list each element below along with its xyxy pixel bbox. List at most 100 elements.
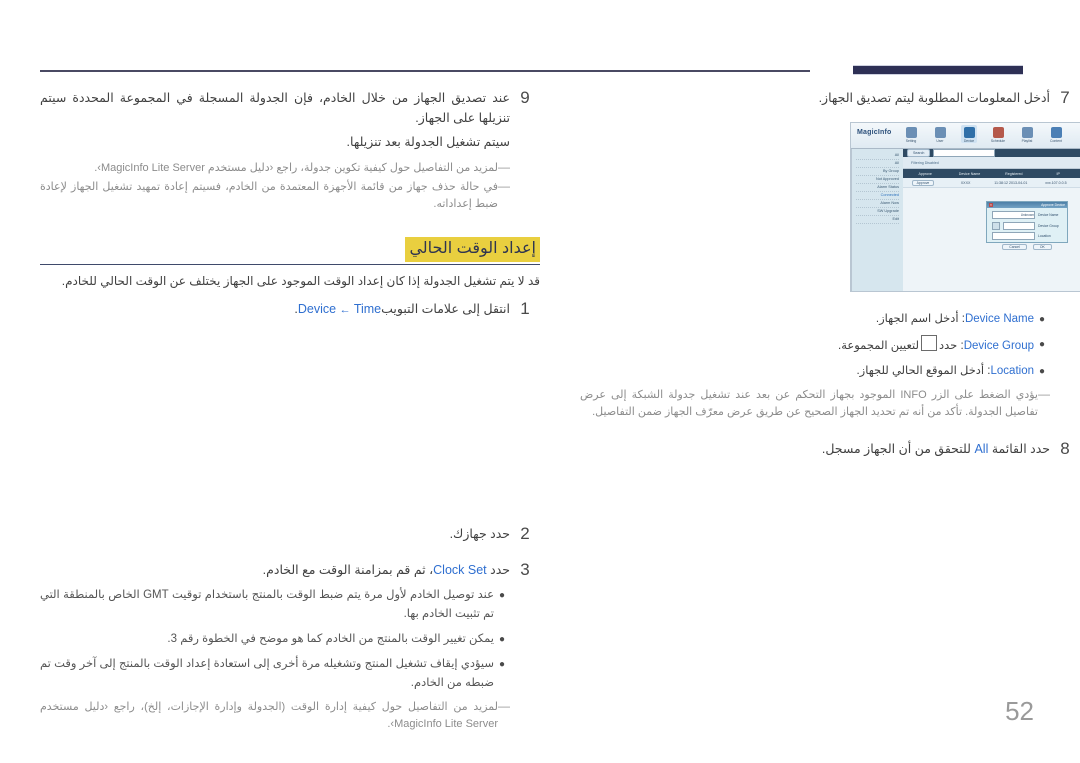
bullet-device-group-before: : حدد (939, 340, 964, 352)
step-7-number: 7 (1060, 88, 1070, 107)
th-device-name: Device Name (958, 171, 981, 176)
dialog-field-location: Location (992, 232, 1062, 240)
header-rule-thin (40, 70, 810, 72)
screenshot-table-header: ID Device ID IP Registered Device Name A… (903, 169, 1080, 178)
field-label-device-group: Device Group (1038, 223, 1059, 228)
step-9-continuation: سيتم تشغيل الجدولة بعد تنزيلها. (346, 135, 510, 149)
dialog-ok-button[interactable]: OK (1032, 244, 1052, 250)
keyword-device-group: Device Group (963, 340, 1034, 352)
field-label-device-name: Device Name (1038, 213, 1059, 217)
keyword-location: Location (990, 365, 1034, 377)
device-group-picker-icon[interactable] (992, 221, 1000, 230)
table-row[interactable]: ☐ LFD-00-xxxxxxx 107.0.0.5.xxx 2013-04-0… (903, 178, 1080, 188)
sidebar-item-7[interactable]: SW Upgrade (856, 208, 899, 216)
step-3-number: 3 (520, 560, 530, 579)
step-1-prefix: انتقل إلى علامات التبويب (381, 302, 510, 316)
section-heading-wrap: إعداد الوقت الحالي (40, 237, 540, 265)
note-info-button: ― يؤدي الضغط على الزر INFO الموجود بجهاز… (580, 387, 1050, 421)
sidebar-item-8[interactable]: Edit (856, 216, 899, 224)
note-schedule-config: ― لمزيد من التفاصيل حول كيفية تكوين جدول… (40, 160, 510, 177)
toolbar-icon-content[interactable]: Content (1048, 125, 1064, 143)
cell-registered: 2013-04-01 11:38:12 (994, 180, 1028, 185)
toolbar-icon-playlist[interactable]: Playlist (1019, 125, 1035, 143)
th-approve: Approve (918, 171, 932, 176)
keyword-device-name: Device Name (964, 313, 1034, 325)
note-schedule-config-text: لمزيد من التفاصيل حول كيفية تكوين جدولة،… (94, 162, 498, 174)
bullet-marker: ● (498, 634, 506, 645)
step-1-number: 1 (520, 299, 530, 318)
bullet-change-time: ● يمكن تغيير الوقت بالمنتج من الخادم كما… (40, 630, 510, 649)
step-2: 2 حدد جهازك. (40, 524, 540, 544)
bullet-marker: ● (498, 590, 506, 601)
sidebar-item-3[interactable]: Not Approved (856, 176, 899, 184)
step-1-text: انتقل إلى علامات التبويبDevice ← Time. (40, 299, 510, 320)
dialog-title: Approve Device (1041, 203, 1065, 207)
screenshot-search-button[interactable]: Search (907, 149, 931, 157)
bullet-device-name-desc: : أدخل اسم الجهاز. (875, 313, 965, 325)
toolbar-icon-setting[interactable]: Setting (903, 125, 919, 143)
sidebar-item-5[interactable]: Connected (856, 192, 899, 200)
keyword-all: All (974, 442, 989, 456)
screenshot-breadcrumb: Device > Device List Search (903, 149, 1080, 157)
step-8-suffix: للتحقق من أن الجهاز مسجل. (821, 442, 971, 456)
section-heading-subtext: قد لا يتم تشغيل الجدولة إذا كان إعداد ال… (61, 274, 540, 288)
device-info-bullets: ● Device Name: أدخل اسم الجهاز. ● Device… (580, 310, 1050, 381)
dialog-buttons: OK Cancel (992, 244, 1062, 250)
header-bar-navy (853, 65, 1023, 75)
screenshot-search-input[interactable] (933, 149, 996, 157)
bullet-device-group-text: Device Group: حدد لتعيين المجموعة. (580, 335, 1034, 356)
manual-page: 7 أدخل المعلومات المطلوبة ليتم تصديق الج… (0, 0, 1080, 763)
close-icon[interactable]: × (989, 203, 993, 207)
filter-status-text: Filtering Disabled (911, 160, 939, 165)
bullet-device-name: ● Device Name: أدخل اسم الجهاز. (580, 310, 1050, 329)
step-7: 7 أدخل المعلومات المطلوبة ليتم تصديق الج… (580, 88, 1080, 108)
page-number: 52 (1005, 696, 1034, 726)
cell-device-name: XXXX (960, 180, 971, 185)
note-info-text: يؤدي الضغط على الزر INFO الموجود بجهاز ا… (580, 389, 1038, 418)
cell-ip: 107.0.0.5.xxx (1045, 180, 1067, 185)
bullet-device-group-after: لتعيين المجموعة. (838, 340, 920, 352)
bullet-power-cycle-text: سيؤدي إيقاف تشغيل المنتج وتشغيله مرة أخر… (40, 658, 494, 689)
sidebar-item-2[interactable]: By Group (856, 168, 899, 176)
sidebar-item-1[interactable]: All (856, 160, 899, 168)
column-right: 7 أدخل المعلومات المطلوبة ليتم تصديق الج… (580, 88, 1080, 463)
section-heading: إعداد الوقت الحالي (405, 237, 540, 262)
bullet-device-name-text: Device Name: أدخل اسم الجهاز. (580, 310, 1034, 329)
th-registered: Registered (1005, 171, 1023, 176)
note-time-management: ― لمزيد من التفاصيل حول كيفية إدارة الوق… (40, 699, 510, 733)
location-input[interactable] (992, 232, 1035, 240)
approve-device-dialog: Approve Device × Device Name Unknown Dev… (986, 201, 1068, 250)
toolbar-icon-schedule[interactable]: Schedule (990, 125, 1006, 143)
step-8-text: حدد القائمة All للتحقق من أن الجهاز مسجل… (580, 439, 1050, 459)
step-9-number: 9 (520, 88, 530, 107)
step-3: 3 حدد Clock Set، ثم قم بمزامنة الوقت مع … (40, 560, 540, 580)
toolbar-icon-user[interactable]: User (932, 125, 948, 143)
sidebar-item-0[interactable]: All (856, 152, 899, 160)
note-dash-marker: ― (498, 160, 510, 174)
keyword-time: Time (353, 302, 382, 316)
magicinfo-screenshot: MagicInfo Content Playlist Schedule Devi… (850, 122, 1080, 292)
note-device-delete: ― في حالة حذف جهاز من قائمة الأجهزة المع… (40, 179, 510, 213)
step-8: 8 حدد القائمة All للتحقق من أن الجهاز مس… (580, 439, 1080, 459)
bullet-gmt: ● عند توصيل الخادم لأول مرة يتم ضبط الوق… (40, 586, 510, 624)
screenshot-toolbar-icons: Content Playlist Schedule Device User Se… (903, 125, 1064, 143)
dialog-field-device-group: Device Group (992, 221, 1062, 230)
toolbar-icon-device[interactable]: Device (961, 125, 977, 143)
device-group-input[interactable] (1003, 221, 1035, 230)
device-name-input[interactable]: Unknown (992, 211, 1035, 219)
bullet-power-cycle: ● سيؤدي إيقاف تشغيل المنتج وتشغيله مرة أ… (40, 655, 510, 693)
note-device-delete-text: في حالة حذف جهاز من قائمة الأجهزة المعتم… (40, 181, 498, 210)
bullet-change-time-text: يمكن تغيير الوقت بالمنتج من الخادم كما ه… (167, 633, 494, 645)
screenshot-action-bar: Approve Delete Disable Device Filtering … (903, 157, 1080, 169)
dialog-field-device-name: Device Name Unknown (992, 211, 1062, 219)
screenshot-sidebar: All All By Group Not Approved Alarm Stat… (851, 149, 903, 291)
sidebar-item-6[interactable]: Alarm Now (856, 200, 899, 208)
step-3-bullets: ● عند توصيل الخادم لأول مرة يتم ضبط الوق… (40, 586, 510, 693)
bullet-marker: ● (498, 659, 506, 670)
step-7-text: أدخل المعلومات المطلوبة ليتم تصديق الجها… (818, 91, 1050, 105)
cell-approve-button[interactable]: Approve (903, 179, 943, 186)
sidebar-item-4[interactable]: Alarm Status (856, 184, 899, 192)
dialog-cancel-button[interactable]: Cancel (1002, 244, 1027, 250)
column-left: 9 عند تصديق الجهاز من خلال الخادم، فإن ا… (40, 88, 540, 733)
note-time-management-text: لمزيد من التفاصيل حول كيفية إدارة الوقت … (40, 701, 498, 730)
